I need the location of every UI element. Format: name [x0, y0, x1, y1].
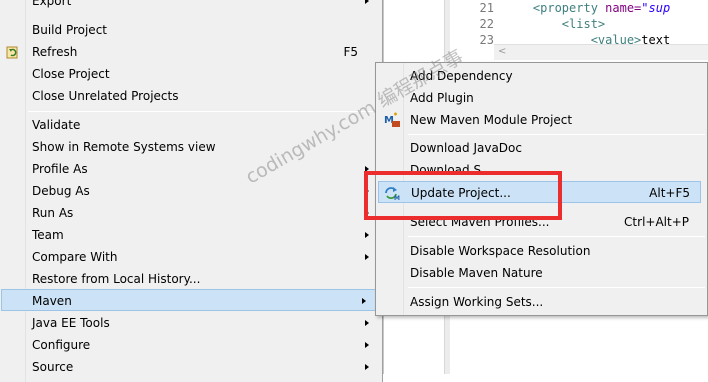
menu-item-disable-workspace-resolution[interactable]: Disable Workspace Resolution	[378, 240, 699, 262]
menu-separator	[408, 236, 705, 237]
submenu-arrow-icon	[365, 342, 369, 348]
menu-item-export[interactable]: Export	[2, 0, 380, 12]
menu-item-compare-with[interactable]: Compare With	[2, 246, 380, 268]
scroll-left-arrow-icon[interactable]: <	[498, 46, 506, 57]
menu-item-label: Close Unrelated Projects	[32, 89, 179, 103]
menu-item-label: Close Project	[32, 67, 110, 81]
annotation-highlight-box	[364, 171, 562, 220]
menu-item-label: Validate	[32, 118, 81, 132]
menu-item-profile-as[interactable]: Profile As	[2, 158, 380, 180]
line-number: 22	[479, 17, 494, 31]
menu-item-label: Debug As	[32, 184, 90, 198]
project-context-menu: Export Build Project Refresh F5 Close Pr…	[0, 0, 383, 382]
menu-item-refresh[interactable]: Refresh F5	[2, 41, 380, 63]
code-attr: name=	[605, 1, 642, 15]
menu-item-team[interactable]: Team	[2, 224, 380, 246]
submenu-arrow-icon	[362, 298, 366, 304]
submenu-arrow-icon	[365, 0, 369, 4]
refresh-icon	[5, 44, 21, 60]
code-line: 21 <property name="sup	[454, 0, 671, 16]
submenu-arrow-icon	[365, 320, 369, 326]
menu-item-assign-working-sets[interactable]: Assign Working Sets...	[378, 291, 699, 313]
menu-item-restore-from-local-history[interactable]: Restore from Local History...	[2, 268, 380, 290]
menu-item-label: Download JavaDoc	[410, 141, 522, 155]
menu-item-run-as[interactable]: Run As	[2, 202, 380, 224]
menu-item-label: Profile As	[32, 162, 88, 176]
menu-item-close-project[interactable]: Close Project	[2, 63, 380, 85]
menu-item-label: Disable Workspace Resolution	[410, 244, 591, 258]
menu-item-shortcut: Alt+F5	[649, 186, 690, 200]
submenu-arrow-icon	[365, 232, 369, 238]
menu-item-debug-as[interactable]: Debug As	[2, 180, 380, 202]
code-tag: <list>	[561, 17, 606, 31]
menu-item-label: Assign Working Sets...	[410, 295, 544, 309]
menu-item-label: Disable Maven Nature	[410, 266, 543, 280]
menu-item-shortcut: F5	[343, 45, 358, 59]
horizontal-scrollbar[interactable]: <	[494, 44, 708, 60]
menu-item-label: Refresh	[32, 45, 78, 59]
menu-item-source[interactable]: Source	[2, 356, 380, 378]
submenu-arrow-icon	[365, 254, 369, 260]
code-tag: <property	[532, 1, 606, 15]
menu-item-maven[interactable]: Maven	[1, 289, 378, 311]
menu-item-label: Run As	[32, 206, 74, 220]
menu-item-label: Source	[32, 360, 74, 374]
menu-item-disable-maven-nature[interactable]: Disable Maven Nature	[378, 262, 699, 284]
submenu-arrow-icon	[365, 364, 369, 370]
menu-item-label: Team	[32, 228, 64, 242]
menu-item-label: Show in Remote Systems view	[32, 140, 216, 154]
menu-separator	[28, 111, 380, 112]
menu-item-new-maven-module-project[interactable]: M New Maven Module Project	[378, 109, 699, 131]
menu-item-label: Configure	[32, 338, 91, 352]
menu-separator	[408, 287, 705, 288]
menu-item-label: Maven	[32, 294, 72, 308]
menu-item-label: Restore from Local History...	[32, 272, 201, 286]
menu-item-label: Build Project	[32, 23, 107, 37]
menu-item-configure[interactable]: Configure	[2, 334, 380, 356]
code-line: 22 <list>	[454, 16, 606, 32]
line-number: 21	[479, 1, 494, 15]
menu-item-download-javadoc[interactable]: Download JavaDoc	[378, 137, 699, 159]
menu-item-build-project[interactable]: Build Project	[2, 19, 380, 41]
menu-separator	[408, 134, 705, 135]
menu-item-label: New Maven Module Project	[410, 113, 573, 127]
maven-module-icon: M	[383, 112, 401, 128]
menu-item-shortcut: Ctrl+Alt+P	[624, 215, 689, 229]
menu-item-close-unrelated-projects[interactable]: Close Unrelated Projects	[2, 85, 380, 107]
menu-item-label: Compare With	[32, 250, 118, 264]
menu-item-java-ee-tools[interactable]: Java EE Tools	[2, 312, 380, 334]
menu-item-label: Export	[32, 0, 72, 8]
menu-item-add-plugin[interactable]: Add Plugin	[378, 87, 699, 109]
menu-item-label: Java EE Tools	[32, 316, 110, 330]
code-value: "sup	[641, 1, 671, 15]
